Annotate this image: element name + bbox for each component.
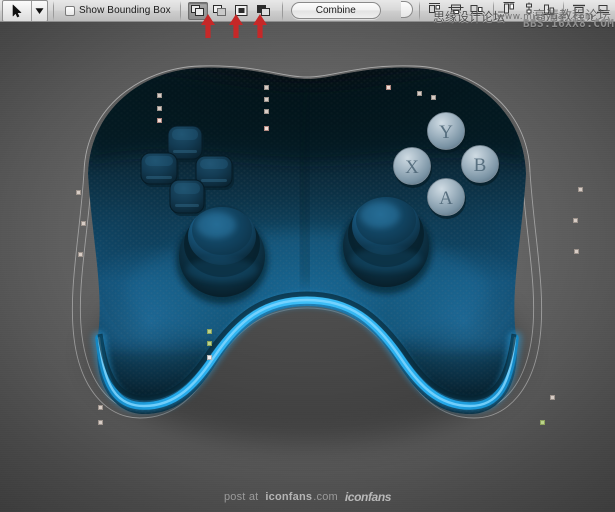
anchor-point[interactable] (573, 218, 578, 223)
svg-text:B: B (474, 155, 487, 176)
anchor-point[interactable] (207, 341, 212, 346)
svg-text:Y: Y (439, 122, 453, 143)
anchor-point[interactable] (207, 329, 212, 334)
anchor-point[interactable] (76, 190, 81, 195)
distribute-top-icon[interactable] (503, 1, 515, 20)
screenshot-root: Show Bounding Box Combine Y X B A post a… (0, 0, 615, 512)
toolbar-divider-3 (281, 0, 283, 21)
align-right-icon[interactable] (470, 2, 484, 20)
distribute-objects-group (503, 1, 555, 20)
anchor-point[interactable] (540, 420, 545, 425)
annotation-arrow-2 (229, 14, 243, 38)
expand-button-fragment[interactable] (400, 0, 415, 21)
tool-selector-well[interactable] (2, 0, 48, 22)
svg-text:A: A (439, 188, 453, 209)
distribute-bottom-icon[interactable] (543, 2, 555, 20)
face-button-X: X (393, 147, 432, 188)
illustrator-canvas[interactable]: Y X B A post at iconfans .com iconfans (0, 22, 615, 512)
show-bounding-box-label: Show Bounding Box (79, 5, 171, 16)
show-bounding-box-checkbox[interactable] (65, 5, 75, 16)
toolbar-divider-4 (418, 0, 420, 21)
anchor-point[interactable] (207, 355, 212, 360)
game-controller-illustration[interactable]: Y X B A (0, 22, 615, 512)
anchor-point[interactable] (417, 91, 422, 96)
selection-arrow-icon[interactable] (3, 1, 31, 21)
anchor-point[interactable] (578, 187, 583, 192)
anchor-point[interactable] (431, 95, 436, 100)
controller-vector: Y X B A (88, 67, 526, 444)
anchor-point[interactable] (264, 109, 269, 114)
control-bar: Show Bounding Box Combine (0, 0, 615, 22)
face-button-A: A (427, 178, 466, 219)
triangle-down-icon[interactable] (32, 1, 47, 21)
distribute-center-vertical-icon[interactable] (524, 2, 534, 20)
anchor-point[interactable] (550, 395, 555, 400)
footer-site-tld: .com (313, 491, 338, 503)
anchor-point-selected[interactable] (157, 118, 162, 123)
svg-text:X: X (405, 157, 419, 178)
anchor-point[interactable] (264, 97, 269, 102)
anchor-point[interactable] (98, 420, 103, 425)
anchor-point[interactable] (264, 85, 269, 90)
combine-button[interactable]: Combine (290, 2, 381, 19)
align-objects-group (428, 2, 484, 20)
toolbar-divider-5 (492, 0, 494, 21)
footer-site-name: iconfans (265, 491, 313, 503)
anchor-point[interactable] (157, 93, 162, 98)
anchor-point[interactable] (157, 106, 162, 111)
align-center-horizontal-icon[interactable] (448, 2, 464, 20)
transform-icon-b[interactable] (596, 2, 610, 20)
anchor-point[interactable] (574, 249, 579, 254)
anchor-point-selected[interactable] (264, 126, 269, 131)
annotation-arrow-3 (253, 14, 267, 38)
align-left-icon[interactable] (428, 2, 442, 20)
anchor-point-selected[interactable] (386, 85, 391, 90)
toolbar-divider-1 (53, 0, 54, 21)
transform-group (572, 2, 615, 20)
dpad-down-button (169, 179, 206, 216)
transform-icon-a[interactable] (572, 2, 586, 20)
face-button-B: B (461, 145, 500, 186)
footer-credit: post at iconfans .com iconfans (0, 490, 615, 504)
iconfans-logo: iconfans (344, 490, 392, 504)
footer-prefix: post at (223, 491, 259, 503)
toolbar-divider-2 (179, 0, 181, 21)
anchor-point[interactable] (78, 252, 83, 257)
show-bounding-box-control[interactable]: Show Bounding Box (65, 5, 171, 16)
anchor-point[interactable] (81, 221, 86, 226)
anchor-point[interactable] (98, 405, 103, 410)
toolbar-divider-6 (562, 0, 564, 21)
annotation-arrow-1 (201, 14, 215, 38)
face-button-Y: Y (427, 112, 466, 153)
